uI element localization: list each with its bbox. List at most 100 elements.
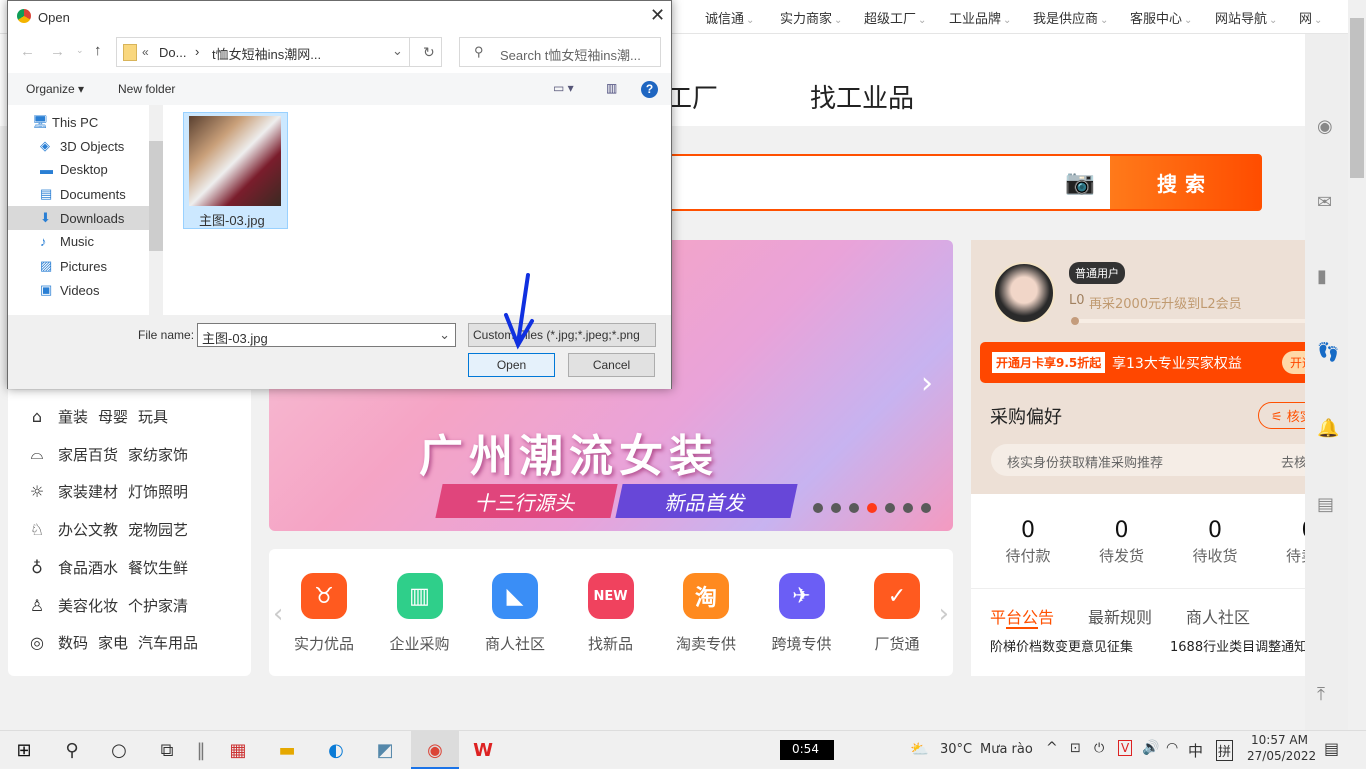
search-button[interactable]: 搜索 <box>1110 156 1260 209</box>
category-link[interactable]: 家电 <box>98 632 128 653</box>
category-link[interactable]: 灯饰照明 <box>128 481 188 502</box>
notice-item[interactable]: 阶梯价档数变更意见征集 <box>990 636 1133 655</box>
category-link[interactable]: 宠物园艺 <box>128 519 188 540</box>
recent-dropdown-icon[interactable]: ⌄ <box>76 45 84 56</box>
category-link[interactable]: 餐饮生鲜 <box>128 557 188 578</box>
nav-item[interactable]: 网 <box>1299 8 1322 27</box>
service-item[interactable]: ▥ 企业采购 <box>375 573 465 654</box>
tab-merchant-community[interactable]: 商人社区 <box>1186 604 1250 628</box>
category-link[interactable]: 汽车用品 <box>138 632 198 653</box>
open-button[interactable]: Open <box>468 353 555 377</box>
back-to-top-icon[interactable]: ⤒ <box>1317 684 1325 705</box>
tab-find-industrial[interactable]: 找工业品 <box>810 78 914 115</box>
battery-widget[interactable]: 0:54 <box>780 740 834 760</box>
scrollbar-thumb[interactable] <box>1350 18 1364 178</box>
search-input[interactable]: ⚲ Search t恤女短袖ins潮... <box>459 37 661 67</box>
view-icon[interactable]: ▭ ▾ <box>553 81 574 95</box>
back-icon[interactable]: ← <box>20 43 35 60</box>
carousel-dot[interactable] <box>849 503 859 513</box>
upgrade-text[interactable]: 再采2000元升级到L2会员 <box>1089 293 1242 312</box>
category-link[interactable]: 母婴 <box>98 406 128 427</box>
nav-item-pictures[interactable]: ▨ Pictures <box>40 258 107 274</box>
close-icon[interactable]: ✕ <box>650 5 665 26</box>
ime-language[interactable]: 中 <box>1188 740 1203 761</box>
camera-icon[interactable]: 📷 <box>1065 168 1095 196</box>
category-link[interactable]: 玩具 <box>138 406 168 427</box>
search-icon[interactable]: ⚲ <box>59 737 85 763</box>
service-item[interactable]: ✓ 厂货通 <box>852 573 942 654</box>
clock-time[interactable]: 10:57 AM <box>1251 733 1308 747</box>
tab-platform-notice[interactable]: 平台公告 <box>990 604 1054 628</box>
next-arrow-icon[interactable]: › <box>921 366 933 401</box>
nav-item-documents[interactable]: ▤ Documents <box>40 186 126 202</box>
service-item[interactable]: ✈ 跨境专供 <box>757 573 847 654</box>
nav-item[interactable]: 网站导航 <box>1215 8 1277 27</box>
order-status[interactable]: 0 待付款 <box>993 518 1063 566</box>
carousel-dot[interactable] <box>885 503 895 513</box>
bookmark-icon[interactable]: ▮ <box>1317 266 1327 287</box>
carousel-dot[interactable] <box>831 503 841 513</box>
nav-item[interactable]: 超级工厂 <box>864 8 926 27</box>
weather-text[interactable]: Mưa rào <box>980 742 1033 757</box>
nav-item-this-pc[interactable]: 🖥 This PC <box>32 114 98 130</box>
nav-item-desktop[interactable]: ▬ Desktop <box>40 162 108 177</box>
power-icon[interactable]: ⏻ <box>1094 741 1104 756</box>
mail-icon[interactable]: ✉ <box>1317 192 1332 213</box>
app-tray-icon[interactable]: V <box>1118 740 1133 756</box>
nav-item[interactable]: 诚信通 <box>705 8 754 27</box>
filename-input[interactable]: 主图-03.jpg ⌄ <box>197 323 456 347</box>
service-item[interactable]: ♉ 实力优品 <box>279 573 369 654</box>
category-link[interactable]: 美容化妆 <box>58 595 118 616</box>
file-item[interactable]: 主图-03.jpg <box>183 112 288 229</box>
forward-icon[interactable]: → <box>50 43 65 60</box>
chevron-down-icon[interactable]: ⌄ <box>439 327 450 343</box>
camera-icon[interactable]: ⊡ <box>1070 741 1081 756</box>
nav-item[interactable]: 工业品牌 <box>949 8 1011 27</box>
search-bar[interactable]: 📷 搜索 <box>600 154 1262 211</box>
cortana-icon[interactable]: ○ <box>106 737 132 763</box>
nav-item[interactable]: 实力商家 <box>780 8 842 27</box>
service-item[interactable]: ◣ 商人社区 <box>470 573 560 654</box>
chevron-up-icon[interactable]: ^ <box>1046 740 1058 756</box>
tab-latest-rules[interactable]: 最新规则 <box>1088 604 1152 628</box>
clock-date[interactable]: 27/05/2022 <box>1247 749 1316 763</box>
category-link[interactable]: 家装建材 <box>58 481 118 502</box>
task-view-icon[interactable]: ⧉ <box>154 737 180 763</box>
nav-item-3d-objects[interactable]: ◈ 3D Objects <box>40 138 124 154</box>
new-folder-button[interactable]: New folder <box>118 82 175 96</box>
file-explorer-icon[interactable]: ▬ <box>274 737 300 763</box>
breadcrumb[interactable]: t恤女短袖ins潮网... <box>212 44 321 63</box>
volume-icon[interactable]: 🔊 <box>1142 740 1159 756</box>
service-item[interactable]: 淘淘卖专供 <box>661 573 751 654</box>
category-link[interactable]: 数码 <box>58 632 88 653</box>
ime-mode[interactable]: 拼 <box>1216 740 1234 761</box>
edge-icon[interactable]: ◐ <box>323 737 349 763</box>
carousel-dot[interactable] <box>921 503 931 513</box>
nav-item-music[interactable]: ♪ Music <box>40 234 94 249</box>
breadcrumb[interactable]: Do... <box>159 45 186 60</box>
app-icon[interactable]: ▦ <box>225 737 251 763</box>
category-link[interactable]: 家居百货 <box>58 444 118 465</box>
news-icon[interactable]: ▤ <box>1317 494 1334 515</box>
carousel-dot[interactable] <box>903 503 913 513</box>
app-icon[interactable]: ◩ <box>372 737 398 763</box>
address-bar[interactable]: « Do... › t恤女短袖ins潮网... ⌄ ↻ <box>116 37 442 67</box>
temperature[interactable]: 30°C <box>940 742 972 757</box>
category-link[interactable]: 个护家清 <box>128 595 188 616</box>
start-icon[interactable]: ⊞ <box>11 737 37 763</box>
chrome-taskbar-button[interactable]: ◉ <box>411 731 459 769</box>
refresh-icon[interactable]: ↻ <box>423 44 435 61</box>
nav-scrollbar[interactable] <box>149 105 163 315</box>
notice-item[interactable]: 1688行业类目调整通知 <box>1170 636 1305 655</box>
cancel-button[interactable]: Cancel <box>568 353 655 377</box>
up-icon[interactable]: ↑ <box>94 42 102 59</box>
filetype-select[interactable]: Custom Files (*.jpg;*.jpeg;*.png <box>468 323 656 347</box>
category-link[interactable]: 童装 <box>58 406 88 427</box>
order-status[interactable]: 0 待发货 <box>1087 518 1157 566</box>
avatar[interactable] <box>993 262 1055 324</box>
nav-item[interactable]: 我是供应商 <box>1033 8 1108 27</box>
preview-pane-icon[interactable]: ▥ <box>606 81 617 95</box>
help-icon[interactable]: ? <box>641 81 658 98</box>
organize-button[interactable]: Organize ▾ <box>26 82 84 96</box>
membership-promo[interactable]: 开通月卡享9.5折起 享13大专业买家权益 开通 <box>980 342 1323 383</box>
